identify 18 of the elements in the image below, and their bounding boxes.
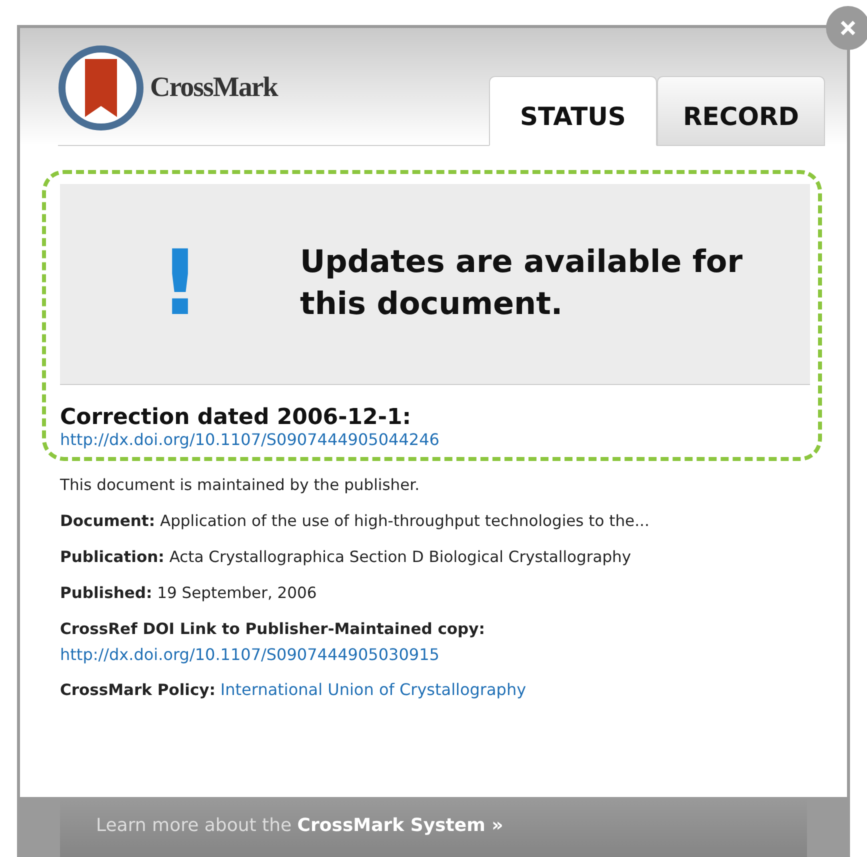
info-field: Publication: Acta Crystallographica Section D Biological Crystallography [60,547,847,567]
policy-link[interactable]: International Union of Crystallography [220,680,526,699]
alert-symbol: ! [158,239,202,329]
logo-text: CrossMark [150,72,278,104]
doi-link[interactable]: http://dx.doi.org/10.1107/S0907444905030915 [60,645,440,664]
tab[interactable]: RECORD [657,76,825,146]
info-label: CrossRef DOI Link to Publisher-Maintained copy: [60,619,485,639]
update-link[interactable]: http://dx.doi.org/10.1107/S0907444905044246 [60,430,440,449]
tab[interactable]: STATUS [489,76,657,146]
info-field: Document: Application of the use of high-throughput technologies to the... [60,511,847,531]
info-label: CrossMark Policy: [60,681,216,699]
status-message: Updates are available for this document. [300,243,744,324]
logo-icon [58,45,144,131]
close-button[interactable] [826,6,867,50]
close-icon [840,20,856,36]
update-label: Correction dated 2006-12-1: [60,405,412,430]
info-text: This document is maintained by the publisher. [60,475,421,495]
info-field: Published: 19 September, 2006 [60,583,847,603]
